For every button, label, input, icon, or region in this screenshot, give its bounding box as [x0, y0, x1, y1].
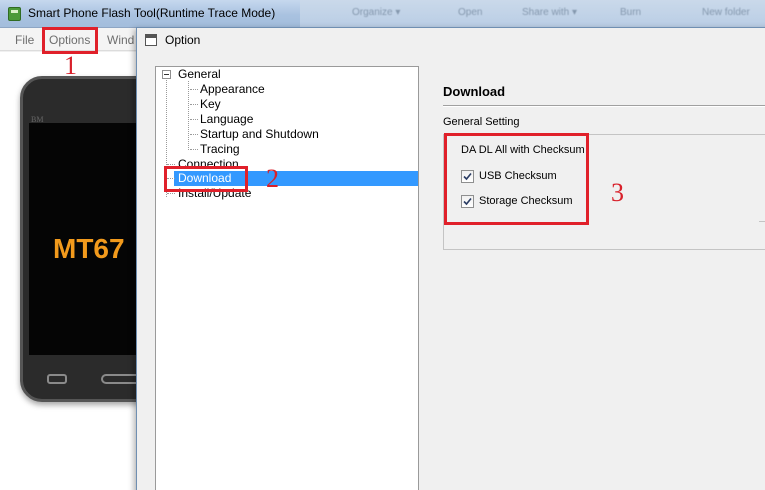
tree-child-guide-line [188, 81, 189, 150]
menu-window[interactable]: Wind [107, 33, 134, 47]
section-title: Download [443, 84, 506, 99]
settings-panel: Download General Setting DA DL All with … [429, 66, 765, 490]
annotation-number-1: 1 [64, 51, 77, 80]
tree-item-language[interactable]: Language [189, 112, 253, 127]
tree-item-tracing[interactable]: Tracing [190, 142, 240, 157]
phone-model-text: MT67 [53, 233, 125, 264]
main-window-title: Smart Phone Flash Tool(Runtime Trace Mod… [28, 6, 276, 20]
tree-item-appearance[interactable]: Appearance [190, 82, 265, 97]
phone-preview-area: BM MT67 [0, 52, 160, 490]
general-setting-label: General Setting [443, 116, 520, 128]
window-icon [145, 34, 157, 46]
explorer-open: Open [458, 7, 483, 18]
phone-menu-button-icon [47, 374, 67, 384]
explorer-burn: Burn [620, 7, 642, 18]
tree-item-startup-shutdown[interactable]: Startup and Shutdown [190, 127, 319, 142]
annotation-number-3: 3 [611, 178, 624, 207]
dialog-title: Option [165, 33, 201, 47]
app-icon [8, 7, 21, 21]
phone-home-button-icon [101, 374, 141, 384]
explorer-organize: Organize ▾ [352, 7, 401, 18]
explorer-new-folder: New folder [702, 7, 750, 18]
annotation-number-2: 2 [266, 164, 279, 193]
collapse-icon[interactable] [162, 70, 171, 79]
tree-item-general[interactable]: General [178, 67, 221, 82]
title-divider [443, 105, 765, 107]
annotation-box-download [164, 166, 248, 192]
dialog-titlebar[interactable]: Option [137, 28, 765, 53]
tree-item-key[interactable]: Key [190, 97, 221, 112]
annotation-box-options [42, 27, 98, 54]
annotation-box-checksum [444, 133, 589, 225]
explorer-share: Share with ▾ [522, 7, 578, 18]
option-dialog: Option General Appearance Key Language S… [136, 27, 765, 490]
menu-file[interactable]: File [15, 33, 34, 47]
background-explorer-toolbar: Organize ▾ Open Share with ▾ Burn New fo… [300, 0, 765, 28]
options-tree: General Appearance Key Language Startup … [155, 66, 419, 490]
panel-separator [759, 221, 765, 222]
